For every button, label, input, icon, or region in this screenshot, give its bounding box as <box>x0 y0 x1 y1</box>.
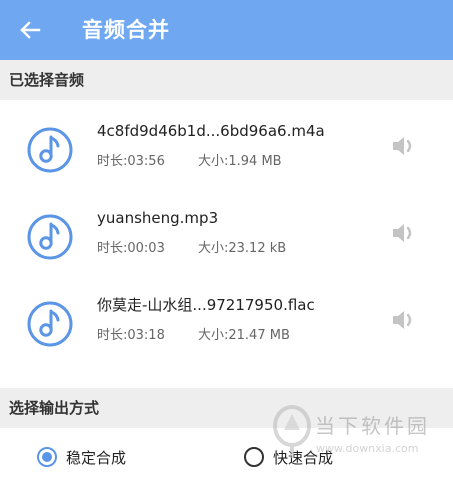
radio-unselected-icon[interactable] <box>244 447 264 467</box>
music-note-icon <box>27 214 73 260</box>
speaker-icon[interactable] <box>390 307 418 333</box>
radio-selected-icon[interactable] <box>37 447 57 467</box>
watermark-logo-icon <box>273 405 311 458</box>
speaker-icon[interactable] <box>390 220 418 246</box>
audio-list-item[interactable]: 你莫走-山水组...97217950.flac 时长:03:18 大小:21.4… <box>0 287 453 374</box>
file-size: 大小:21.47 MB <box>198 328 290 343</box>
selected-audio-header: 已选择音频 <box>0 60 453 100</box>
file-duration: 时长:03:18 <box>97 328 165 343</box>
page-title: 音频合并 <box>82 18 170 42</box>
watermark-text: 当下软件园 <box>315 414 430 438</box>
back-button[interactable] <box>14 14 46 46</box>
arrow-left-icon <box>20 21 41 39</box>
music-note-icon <box>27 301 73 347</box>
radio-label: 稳定合成 <box>66 448 127 467</box>
file-duration: 时长:00:03 <box>97 241 165 256</box>
file-name: 你莫走-山水组...97217950.flac <box>97 296 315 314</box>
speaker-icon[interactable] <box>390 133 418 159</box>
radio-stable-merge[interactable]: 稳定合成 <box>37 443 126 471</box>
file-size: 大小:1.94 MB <box>198 154 282 169</box>
audio-list-item[interactable]: yuansheng.mp3 时长:00:03 大小:23.12 kB <box>0 200 453 287</box>
file-name: yuansheng.mp3 <box>97 209 219 227</box>
file-name: 4c8fd9d46b1d...6bd96a6.m4a <box>97 122 325 140</box>
watermark-url: www.downxia.com <box>316 442 419 455</box>
watermark: 当下软件园 www.downxia.com <box>268 402 453 477</box>
app-bar: 音频合并 <box>0 0 453 60</box>
audio-list-item[interactable]: 4c8fd9d46b1d...6bd96a6.m4a 时长:03:56 大小:1… <box>0 113 453 200</box>
music-note-icon <box>27 127 73 173</box>
file-size: 大小:23.12 kB <box>198 241 287 256</box>
file-duration: 时长:03:56 <box>97 154 165 169</box>
